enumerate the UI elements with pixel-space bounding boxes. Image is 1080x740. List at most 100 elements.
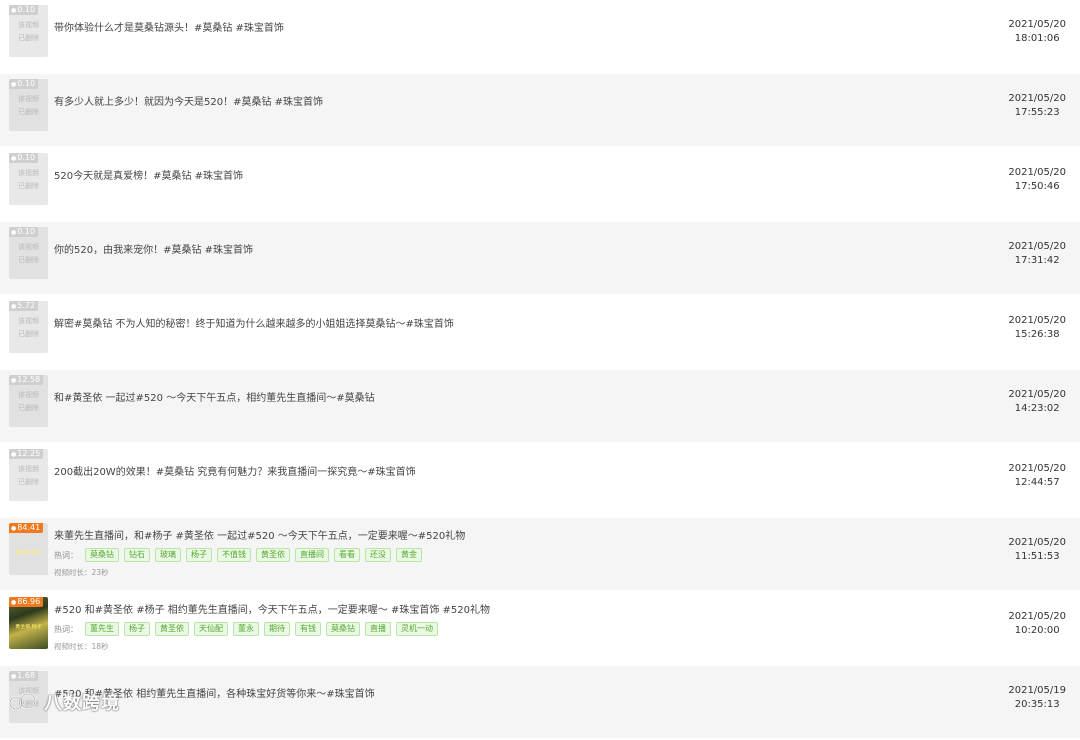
publish-date: 2021/05/20 (1008, 19, 1066, 30)
video-title[interactable]: 解密#莫桑钻 不为人知的秘密！终于知道为什么越来越多的小姐姐选择莫桑钻～#珠宝首… (54, 318, 454, 332)
hot-word-tag[interactable]: 莫桑钻 (85, 548, 119, 562)
publish-time: 17:50:46 (1014, 181, 1060, 192)
hot-word-tag[interactable]: 有钱 (295, 622, 321, 636)
hot-words: 热词： 莫桑钻 钻石 玻璃 杨子 不值钱 黄圣依 直播间 看看 还没 黄金 (54, 548, 422, 562)
publish-date: 2021/05/20 (1008, 93, 1066, 104)
video-row[interactable]: ●5.72 该视频 已删除 解密#莫桑钻 不为人知的秘密！终于知道为什么越来越多的小… (0, 296, 1080, 368)
video-title[interactable]: 来董先生直播间，和#杨子 #黄圣依 一起过#520 ～今天下午五点，一定要来喔～… (54, 530, 465, 544)
hot-word-tag[interactable]: 黄圣依 (256, 548, 290, 562)
video-row[interactable]: ●0.10 该视频 已删除 带你体验什么才是莫桑钻源头！#莫桑钻 #珠宝首饰 2021… (0, 0, 1080, 72)
deleted-video-thumbnail[interactable]: ●0.10 该视频 已删除 (9, 79, 48, 131)
deleted-video-thumbnail[interactable]: ●0.10 该视频 已删除 (9, 153, 48, 205)
hot-word-tag[interactable]: 灵机一动 (396, 622, 438, 636)
video-thumbnail[interactable]: ●86.96 黄圣依 杨子 (9, 597, 48, 649)
hot-word-tag[interactable]: 杨子 (186, 548, 212, 562)
hot-word-tag[interactable]: 天仙配 (194, 622, 228, 636)
score-badge: ●12.58 (9, 375, 44, 385)
score-value: 0.10 (17, 5, 36, 14)
deleted-notice: 该视频 已删除 (18, 465, 39, 486)
score-value: 0.10 (17, 153, 36, 162)
publish-time: 12:44:57 (1014, 477, 1060, 488)
hot-word-tag[interactable]: 期待 (264, 622, 290, 636)
hot-word-tag[interactable]: 直播 (365, 622, 391, 636)
video-title[interactable]: 520今天就是真爱榜！#莫桑钻 #珠宝首饰 (54, 170, 243, 184)
hot-word-tag[interactable]: 直播间 (295, 548, 329, 562)
publish-date: 2021/05/20 (1008, 315, 1066, 326)
watermark: 八数跨境 (8, 689, 120, 715)
hot-word-tag[interactable]: 还没 (365, 548, 391, 562)
publish-time: 18:01:06 (1014, 33, 1060, 44)
hot-word-tag[interactable]: 黄圣依 (155, 622, 189, 636)
publish-datetime: 2021/05/20 15:26:38 (1008, 314, 1066, 342)
score-value: 86.96 (17, 597, 41, 606)
score-value: 5.72 (17, 301, 36, 310)
hot-word-tag[interactable]: 玻璃 (155, 548, 181, 562)
video-title[interactable]: 你的520，由我来宠你！#莫桑钻 #珠宝首饰 (54, 244, 253, 258)
fire-icon: ● (11, 525, 17, 532)
video-thumbnail[interactable]: ●84.41 黄圣依 杨子 (9, 523, 48, 575)
deleted-video-thumbnail[interactable]: ●5.72 该视频 已删除 (9, 301, 48, 353)
publish-datetime: 2021/05/20 12:44:57 (1008, 462, 1066, 490)
hot-word-tag[interactable]: 莫桑钻 (326, 622, 360, 636)
video-row[interactable]: ●1.68 该视频 已删除 #520 和#黄圣依 相约董先生直播间，各种珠宝好货等你… (0, 666, 1080, 738)
hot-word-tag[interactable]: 董先生 (85, 622, 119, 636)
video-row[interactable]: ●12.25 该视频 已删除 200截出20W的效果！#莫桑钻 究竟有何魅力？来我直… (0, 444, 1080, 516)
hot-word-tag[interactable]: 钻石 (124, 548, 150, 562)
watermark-text: 八数跨境 (44, 693, 120, 714)
deleted-notice: 该视频 已删除 (18, 169, 39, 190)
score-value: 84.41 (17, 523, 41, 532)
deleted-video-thumbnail[interactable]: ●12.25 该视频 已删除 (9, 449, 48, 501)
video-title[interactable]: 带你体验什么才是莫桑钻源头！#莫桑钻 #珠宝首饰 (54, 22, 284, 36)
score-badge: ●86.96 (9, 597, 44, 607)
score-value: 1.68 (17, 671, 36, 680)
video-row[interactable]: ●0.10 该视频 已删除 有多少人就上多少！就因为今天是520！#莫桑钻 #珠宝首… (0, 74, 1080, 146)
publish-date: 2021/05/20 (1008, 167, 1066, 178)
fire-icon: ● (11, 599, 17, 606)
hot-word-tag[interactable]: 不值钱 (217, 548, 251, 562)
score-badge: ●0.10 (9, 5, 39, 15)
video-row[interactable]: ●12.58 该视频 已删除 和#黄圣依 一起过#520 ～今天下午五点，相约董先生… (0, 370, 1080, 442)
score-badge: ●84.41 (9, 523, 44, 533)
fire-icon: ● (11, 155, 17, 162)
score-badge: ●12.25 (9, 449, 44, 459)
video-title[interactable]: #520 和#黄圣依 #杨子 相约董先生直播间，今天下午五点，一定要来喔～ #珠… (54, 604, 490, 618)
publish-date: 2021/05/19 (1008, 685, 1066, 696)
score-value: 0.10 (17, 227, 36, 236)
logo-icon (8, 691, 38, 713)
video-title[interactable]: 有多少人就上多少！就因为今天是520！#莫桑钻 #珠宝首饰 (54, 96, 323, 110)
video-row[interactable]: ●86.96 黄圣依 杨子 #520 和#黄圣依 #杨子 相约董先生直播间，今天下午… (0, 592, 1080, 664)
publish-time: 15:26:38 (1014, 329, 1060, 340)
video-duration: 视频时长：23秒 (54, 568, 109, 577)
video-title[interactable]: 和#黄圣依 一起过#520 ～今天下午五点，相约董先生直播间～#莫桑钻 (54, 392, 375, 406)
hot-word-tag[interactable]: 董永 (233, 622, 259, 636)
publish-datetime: 2021/05/20 17:31:42 (1008, 240, 1066, 268)
video-duration: 视频时长：18秒 (54, 642, 109, 651)
video-row[interactable]: ●0.10 该视频 已删除 你的520，由我来宠你！#莫桑钻 #珠宝首饰 2021/0… (0, 222, 1080, 294)
publish-datetime: 2021/05/20 11:51:53 (1008, 536, 1066, 564)
hot-words-label: 热词： (54, 624, 78, 634)
hot-word-tag[interactable]: 杨子 (124, 622, 150, 636)
hot-word-tag[interactable]: 黄金 (396, 548, 422, 562)
score-value: 12.25 (17, 449, 41, 458)
score-value: 0.10 (17, 79, 36, 88)
publish-time: 10:20:00 (1014, 625, 1060, 636)
deleted-notice: 该视频 已删除 (18, 243, 39, 264)
publish-time: 11:51:53 (1014, 551, 1060, 562)
deleted-video-thumbnail[interactable]: ●12.58 该视频 已删除 (9, 375, 48, 427)
video-title[interactable]: 200截出20W的效果！#莫桑钻 究竟有何魅力？来我直播间一探究竟～#珠宝首饰 (54, 466, 416, 480)
publish-date: 2021/05/20 (1008, 389, 1066, 400)
fire-icon: ● (11, 377, 17, 384)
deleted-notice: 该视频 已删除 (18, 317, 39, 338)
video-row[interactable]: ●0.10 该视频 已删除 520今天就是真爱榜！#莫桑钻 #珠宝首饰 2021/05… (0, 148, 1080, 220)
fire-icon: ● (11, 451, 17, 458)
publish-time: 17:31:42 (1014, 255, 1060, 266)
publish-time: 17:55:23 (1014, 107, 1060, 118)
deleted-video-thumbnail[interactable]: ●0.10 该视频 已删除 (9, 5, 48, 57)
video-row[interactable]: ●84.41 黄圣依 杨子 来董先生直播间，和#杨子 #黄圣依 一起过#520 ～今… (0, 518, 1080, 590)
hot-word-tag[interactable]: 看看 (334, 548, 360, 562)
hot-words-label: 热词： (54, 550, 78, 560)
score-value: 12.58 (17, 375, 41, 384)
deleted-video-thumbnail[interactable]: ●0.10 该视频 已删除 (9, 227, 48, 279)
publish-time: 20:35:13 (1014, 699, 1060, 710)
fire-icon: ● (11, 673, 17, 680)
